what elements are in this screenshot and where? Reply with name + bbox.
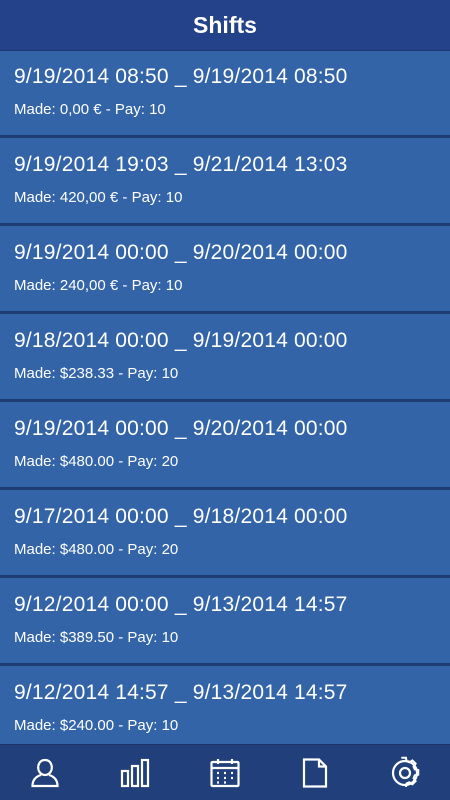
gear-icon (391, 756, 420, 788)
shift-list-item[interactable]: 9/17/2014 00:00 _ 9/18/2014 00:00 Made: … (0, 490, 450, 578)
shift-earnings: Made: $480.00 - Pay: 20 (14, 541, 179, 558)
shift-date-range: 9/18/2014 00:00 _ 9/19/2014 00:00 (14, 329, 348, 352)
shift-list-item[interactable]: 9/19/2014 00:00 _ 9/20/2014 00:00 Made: … (0, 226, 450, 314)
shift-date-range: 9/12/2014 14:57 _ 9/13/2014 14:57 (14, 681, 348, 704)
shifts-screen: Shifts 9/19/2014 08:50 _ 9/19/2014 08:50… (0, 0, 450, 800)
shift-date-range: 9/17/2014 00:00 _ 9/18/2014 00:00 (14, 505, 348, 528)
shift-date-range: 9/19/2014 19:03 _ 9/21/2014 13:03 (14, 153, 348, 176)
app-header: Shifts (0, 0, 450, 50)
calendar-icon (210, 759, 240, 788)
shift-list-item[interactable]: 9/19/2014 00:00 _ 9/20/2014 00:00 Made: … (0, 402, 450, 490)
shift-date-range: 9/19/2014 08:50 _ 9/19/2014 08:50 (14, 65, 348, 88)
shift-list[interactable]: 9/19/2014 08:50 _ 9/19/2014 08:50 Made: … (0, 50, 450, 744)
shift-earnings: Made: $480.00 - Pay: 20 (14, 453, 179, 470)
shift-earnings: Made: $240.00 - Pay: 10 (14, 717, 179, 734)
shift-date-range: 9/12/2014 00:00 _ 9/13/2014 14:57 (14, 593, 348, 616)
page-title: Shifts (193, 11, 257, 38)
shift-list-item[interactable]: 9/12/2014 14:57 _ 9/13/2014 14:57 Made: … (0, 666, 450, 744)
shift-list-item[interactable]: 9/19/2014 08:50 _ 9/19/2014 08:50 Made: … (0, 50, 450, 138)
nav-profile-button[interactable] (15, 747, 75, 799)
nav-settings-button[interactable] (375, 747, 435, 799)
shift-earnings: Made: 420,00 € - Pay: 10 (14, 189, 183, 206)
user-icon (31, 758, 59, 788)
shift-list-item[interactable]: 9/18/2014 00:00 _ 9/19/2014 00:00 Made: … (0, 314, 450, 402)
shift-list-item[interactable]: 9/12/2014 00:00 _ 9/13/2014 14:57 Made: … (0, 578, 450, 666)
bar-chart-icon (120, 758, 150, 788)
shift-earnings: Made: 0,00 € - Pay: 10 (14, 101, 166, 118)
bottom-nav (0, 744, 450, 800)
shift-date-range: 9/19/2014 00:00 _ 9/20/2014 00:00 (14, 417, 348, 440)
nav-reports-button[interactable] (285, 747, 345, 799)
shift-earnings: Made: $389.50 - Pay: 10 (14, 629, 179, 646)
shift-earnings: Made: $238.33 - Pay: 10 (14, 365, 179, 382)
nav-calendar-button[interactable] (195, 747, 255, 799)
shift-date-range: 9/19/2014 00:00 _ 9/20/2014 00:00 (14, 241, 348, 264)
shift-list-item[interactable]: 9/19/2014 19:03 _ 9/21/2014 13:03 Made: … (0, 138, 450, 226)
nav-stats-button[interactable] (105, 747, 165, 799)
shift-earnings: Made: 240,00 € - Pay: 10 (14, 277, 183, 294)
document-icon (302, 758, 328, 788)
